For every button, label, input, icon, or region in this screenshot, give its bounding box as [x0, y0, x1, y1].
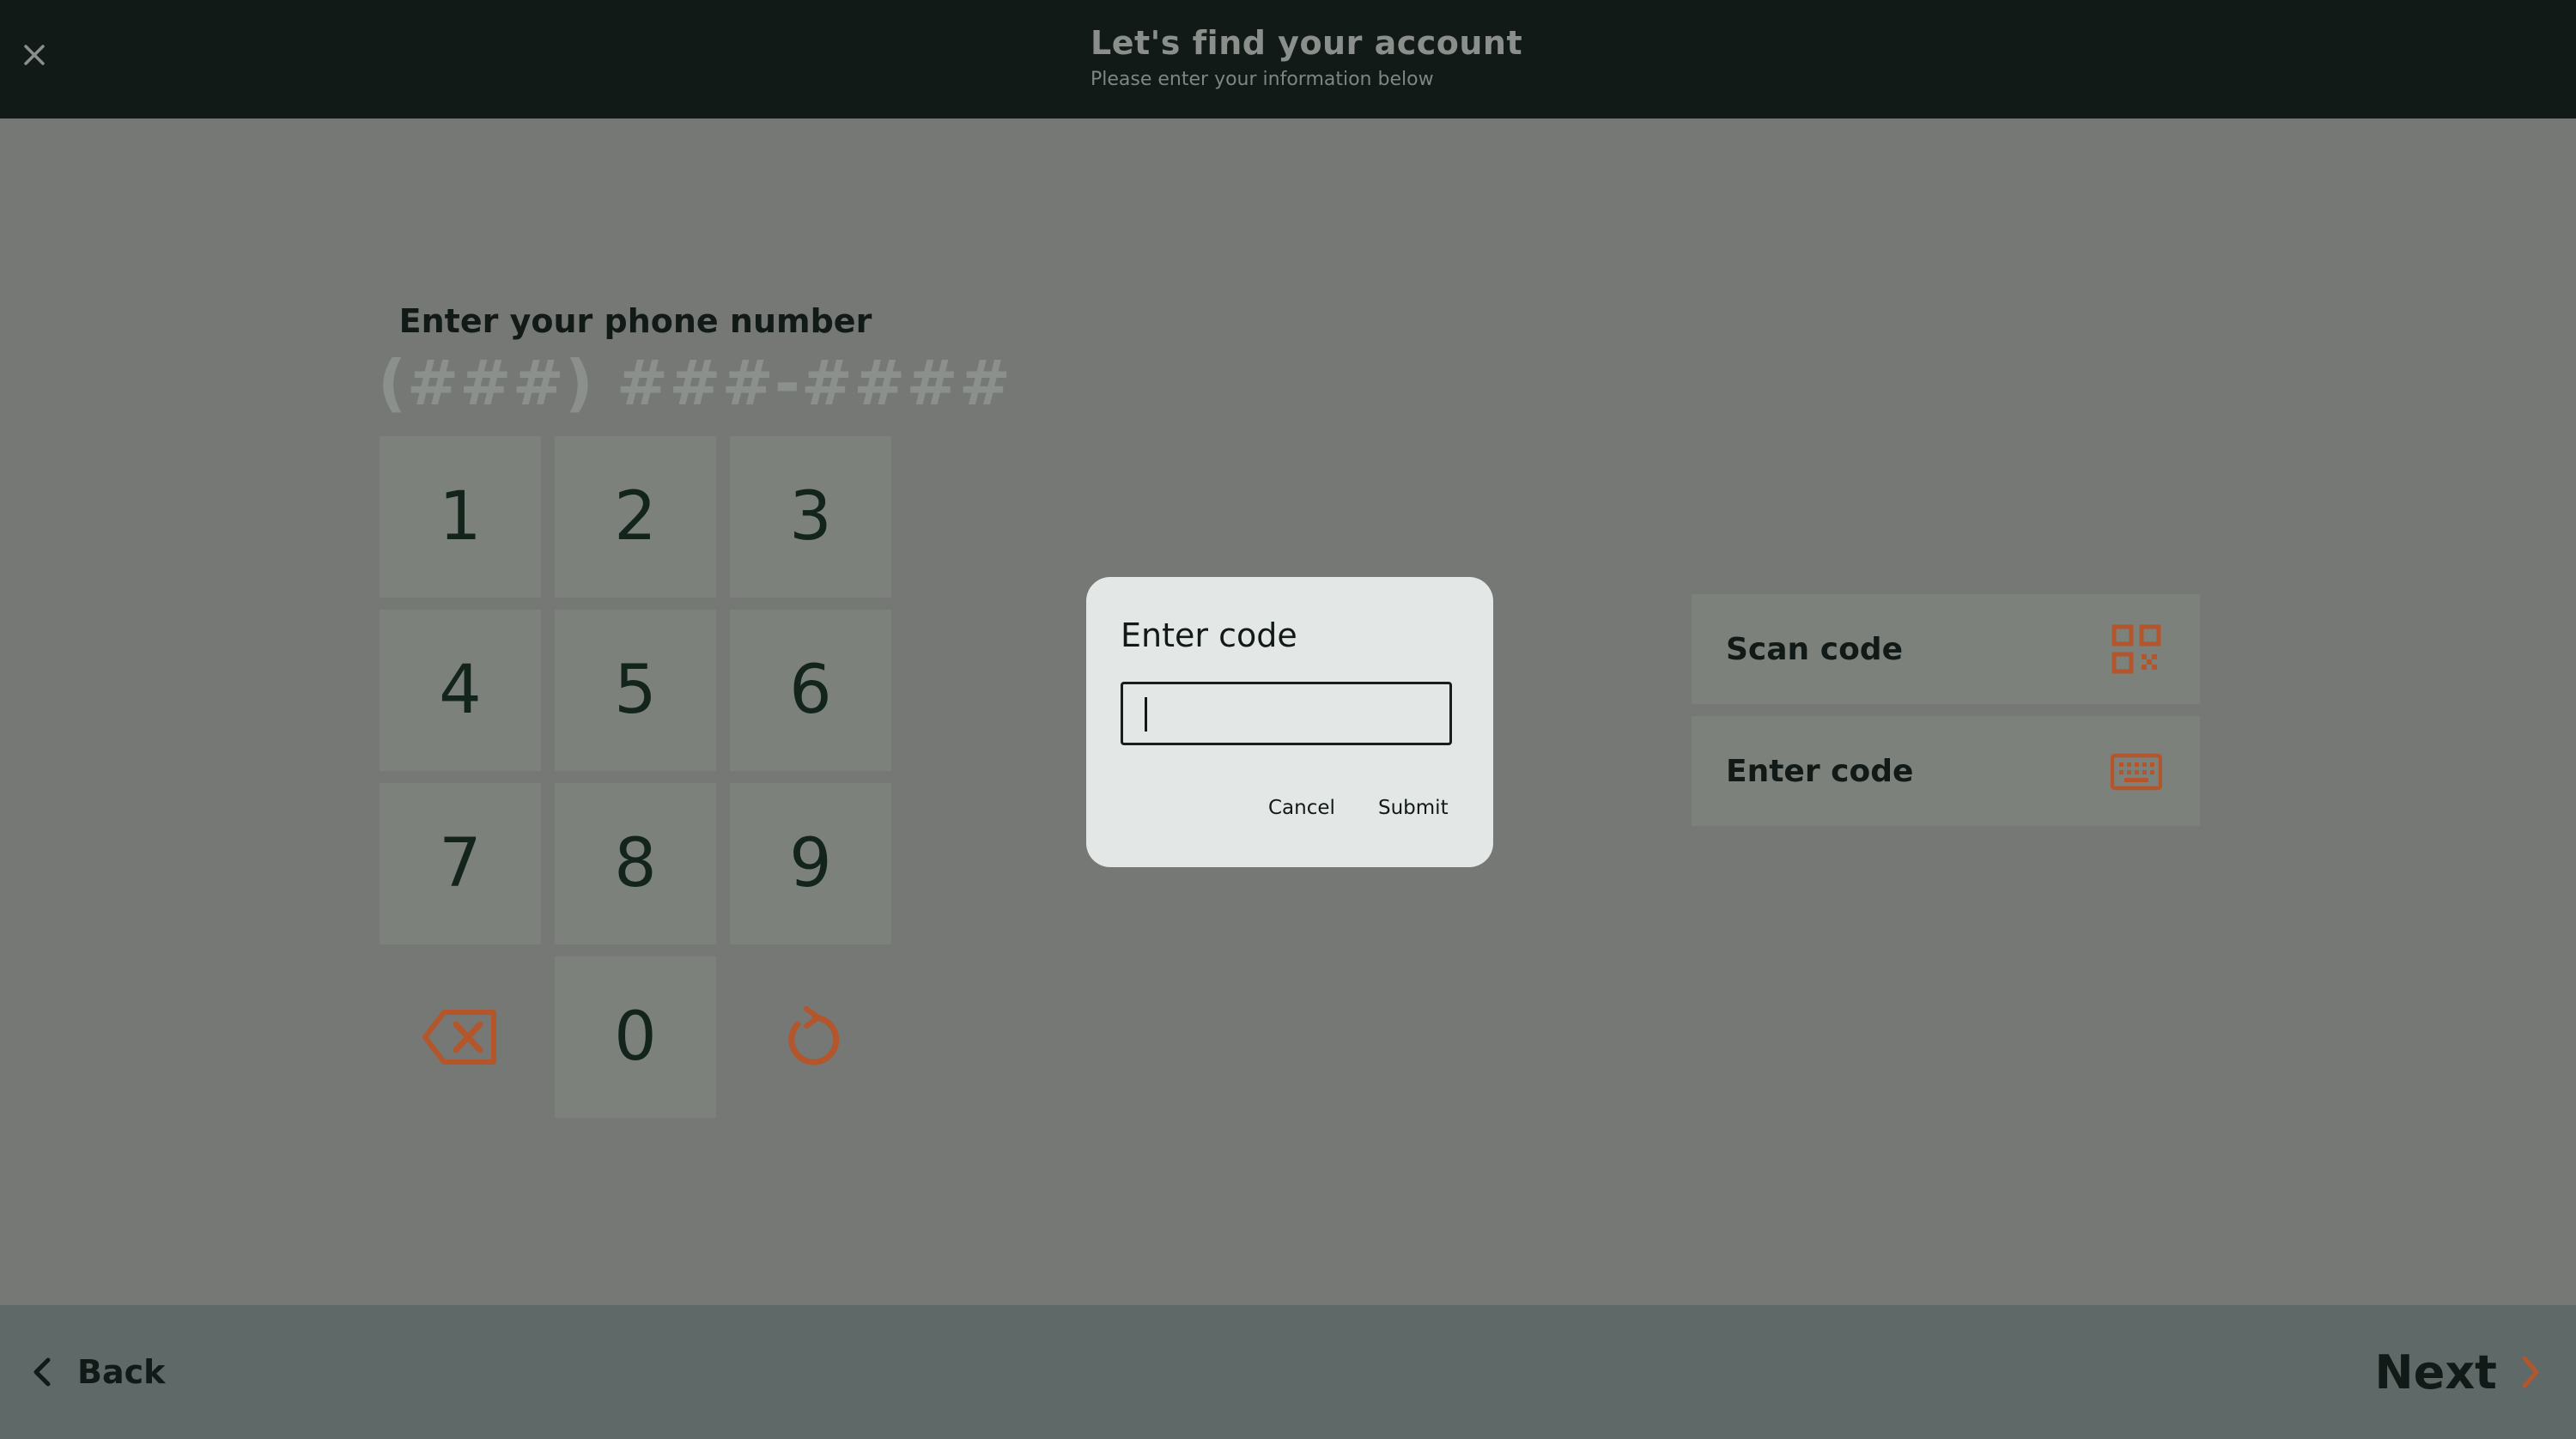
header-bar: Let's find your account Please enter you…: [0, 0, 2576, 118]
backspace-icon: [422, 1010, 496, 1065]
key-2[interactable]: 2: [555, 436, 716, 598]
cancel-button[interactable]: Cancel: [1268, 797, 1335, 819]
enter-code-button[interactable]: Enter code: [1692, 716, 2200, 826]
scan-code-button[interactable]: Scan code: [1692, 594, 2200, 704]
footer-bar: Back Next: [0, 1305, 2576, 1439]
key-0[interactable]: 0: [555, 956, 716, 1118]
key-4[interactable]: 4: [380, 610, 541, 771]
next-button[interactable]: Next: [2375, 1339, 2542, 1405]
page-subtitle: Please enter your information below: [1091, 69, 1434, 90]
chevron-left-icon: [33, 1357, 51, 1387]
close-icon: [24, 45, 45, 65]
scan-code-label: Scan code: [1726, 631, 1903, 667]
phone-number-label: Enter your phone number: [398, 302, 872, 340]
key-8[interactable]: 8: [555, 783, 716, 944]
text-caret: [1145, 697, 1147, 732]
key-1[interactable]: 1: [380, 436, 541, 598]
enter-code-label: Enter code: [1726, 753, 1914, 789]
backspace-button[interactable]: [380, 956, 541, 1118]
chevron-right-icon: [2522, 1356, 2539, 1388]
phone-number-display[interactable]: (###) ###-####: [378, 347, 1011, 419]
number-keypad: 1 2 3 4 5 6 7 8 9 0: [380, 436, 891, 1123]
key-3[interactable]: 3: [730, 436, 891, 598]
dialog-title: Enter code: [1121, 616, 1297, 654]
enter-code-dialog: Enter code Cancel Submit: [1086, 577, 1493, 867]
back-label: Back: [77, 1353, 166, 1391]
keyboard-icon: [2111, 753, 2162, 791]
code-input[interactable]: [1121, 682, 1452, 745]
back-button[interactable]: Back: [31, 1348, 165, 1396]
submit-button[interactable]: Submit: [1378, 797, 1449, 819]
header-text: Let's find your account Please enter you…: [1091, 24, 1522, 90]
close-button[interactable]: [17, 38, 52, 72]
next-label: Next: [2374, 1345, 2497, 1400]
key-7[interactable]: 7: [380, 783, 541, 944]
key-6[interactable]: 6: [730, 610, 891, 771]
reset-button[interactable]: [730, 956, 891, 1118]
qr-code-icon: [2111, 624, 2161, 674]
reset-icon: [788, 1006, 840, 1066]
page-title: Let's find your account: [1091, 24, 1523, 62]
key-9[interactable]: 9: [730, 783, 891, 944]
key-5[interactable]: 5: [555, 610, 716, 771]
